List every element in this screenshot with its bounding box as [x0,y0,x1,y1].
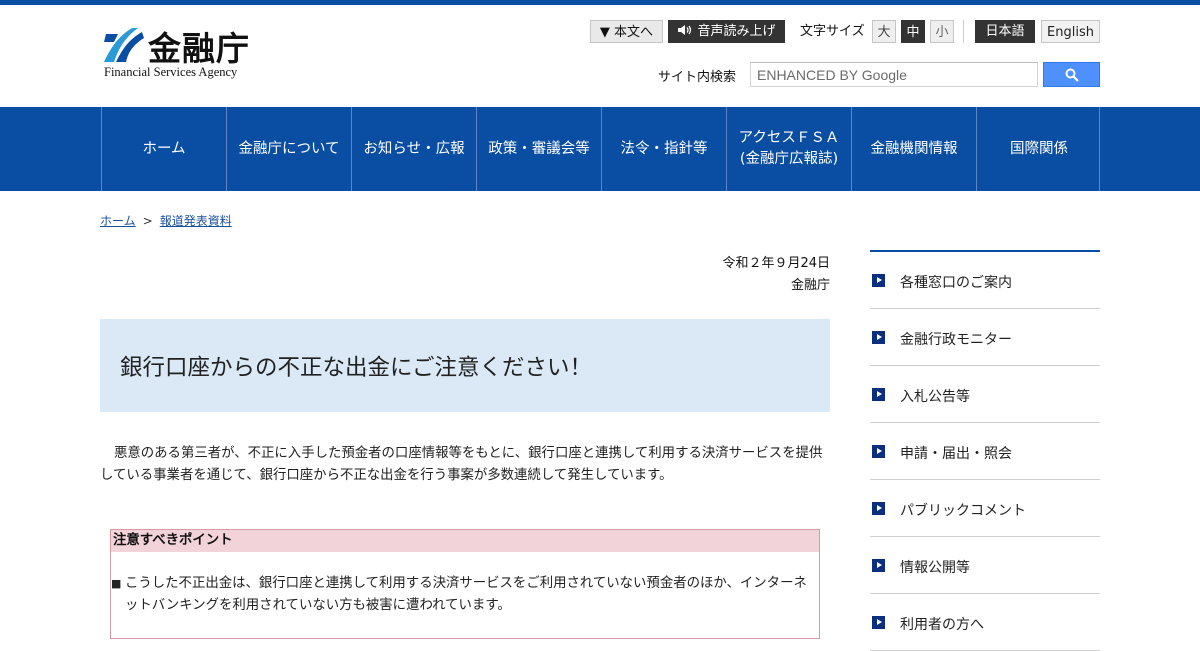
nav-item-news[interactable]: お知らせ・広報 [351,107,476,191]
site-search-label: サイト内検索 [658,70,737,85]
notice-item: ■ こうした不正出金は、銀行口座と連携して利用する決済サービスをご利用されていな… [111,573,815,617]
arrow-right-icon [872,388,885,401]
sidebar-item-label: 金融行政モニター [900,332,1012,348]
breadcrumb-current-link[interactable]: 報道発表資料 [160,214,232,228]
article-body: 悪意のある第三者が、不正に入手した預金者の口座情報等をもとに、銀行口座と連携して… [100,446,823,483]
breadcrumb-home-link[interactable]: ホーム [100,214,136,228]
sidebar-item-label: 各種窓口のご案内 [900,275,1012,291]
search-button[interactable] [1043,62,1100,87]
sidebar-item-public-comment[interactable]: パブリックコメント [870,480,1100,537]
arrow-right-icon [872,331,885,344]
sidebar-item-users[interactable]: 利用者の方へ [870,594,1100,651]
page-title: 銀行口座からの不正な出金にご注意ください！ [120,355,593,381]
notice-box: 注意すべきポイント ■ こうした不正出金は、銀行口座と連携して利用する決済サービ… [110,529,820,639]
sidebar-item-disclosure[interactable]: 情報公開等 [870,537,1100,594]
square-bullet-icon: ■ [111,577,122,590]
nav-item-institutions[interactable]: 金融機関情報 [851,107,976,191]
nav-divider [1099,107,1100,191]
nav-item-home[interactable]: ホーム [101,107,226,191]
arrow-right-icon [872,445,885,458]
arrow-right-icon [872,559,885,572]
skip-to-content-button[interactable]: ▼ 本文へ [590,20,663,43]
read-aloud-button[interactable]: 音声読み上げ [668,20,785,43]
breadcrumb: ホーム > 報道発表資料 [100,212,232,229]
sidebar-item-label: 利用者の方へ [900,617,984,633]
sidebar-item-label: パブリックコメント [900,503,1026,519]
font-size-medium-button[interactable]: 中 [901,20,925,43]
nav-item-laws[interactable]: 法令・指針等 [601,107,726,191]
lang-japanese-button[interactable]: 日本語 [975,20,1035,43]
notice-item-text: こうした不正出金は、銀行口座と連携して利用する決済サービスをご利用されていない預… [125,576,807,613]
sidebar-item-bidding[interactable]: 入札公告等 [870,366,1100,423]
nav-item-international[interactable]: 国際関係 [976,107,1101,191]
notice-heading: 注意すべきポイント [111,530,819,552]
publish-date: 令和２年９月24日 [722,256,830,271]
global-nav: ホーム 金融庁について お知らせ・広報 政策・審議会等 法令・指針等 アクセスＦ… [0,107,1200,191]
fsa-logo[interactable]: 金融庁 Financial Services Agency [102,24,272,84]
sidebar-item-label: 申請・届出・照会 [900,446,1012,462]
arrow-right-icon [872,274,885,287]
sidebar-item-monitor[interactable]: 金融行政モニター [870,309,1100,366]
publishing-department: 金融庁 [790,278,830,293]
font-size-label: 文字サイズ [800,24,865,39]
utility-divider [963,20,964,43]
nav-item-about[interactable]: 金融庁について [226,107,351,191]
sidebar-item-applications[interactable]: 申請・届出・照会 [870,423,1100,480]
sidebar-item-contacts[interactable]: 各種窓口のご案内 [870,252,1100,309]
top-accent-bar [0,0,1200,5]
nav-item-access-fsa[interactable]: アクセスＦＳＡ (金融庁広報誌) [726,107,851,191]
lang-english-button[interactable]: English [1041,20,1100,43]
sidebar-item-label: 入札公告等 [900,389,970,405]
speaker-icon [678,25,692,35]
read-aloud-label: 音声読み上げ [697,24,776,39]
arrow-right-icon [872,616,885,629]
sidebar-menu: 各種窓口のご案内 金融行政モニター 入札公告等 申請・届出・照会 パブリックコメ… [870,250,1100,651]
nav-item-policy[interactable]: 政策・審議会等 [476,107,601,191]
font-size-small-button[interactable]: 小 [930,20,954,43]
font-size-large-button[interactable]: 大 [872,20,896,43]
site-search-input[interactable] [750,62,1038,87]
breadcrumb-separator: > [142,214,153,228]
page-title-box: 銀行口座からの不正な出金にご注意ください！ [100,319,830,412]
logo-text-en: Financial Services Agency [104,65,238,79]
sidebar-item-label: 情報公開等 [900,560,970,576]
logo-text-jp: 金融庁 [148,29,250,68]
fsa-emblem-icon [104,28,144,62]
arrow-right-icon [872,502,885,515]
search-icon [1065,68,1079,82]
